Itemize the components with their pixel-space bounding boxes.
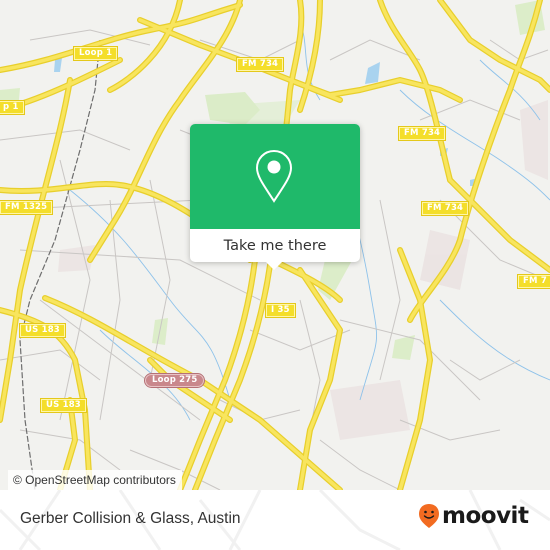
popup-pointer [265,261,283,270]
road-label-i-35: I 35 [265,303,296,318]
road-label-fm-734: FM 734 [235,57,285,72]
road-label-loop-1: Loop 1 [72,46,119,61]
road-label-fm-734: FM 7 [517,274,550,289]
place-title: Gerber Collision & Glass, Austin [20,510,241,527]
take-me-there-button[interactable]: Take me there [190,229,360,262]
road-label-fm-734: FM 734 [397,126,447,141]
map[interactable]: Loop 1 p 1 FM 734 FM 734 FM 734 FM 7 FM … [0,0,550,490]
road-label-loop-275: Loop 275 [143,373,206,388]
road-label-fm-1325: FM 1325 [0,200,54,215]
road-label-fm-734: FM 734 [420,201,470,216]
moovit-brand[interactable]: moovit [418,503,529,529]
location-pin-icon [255,149,293,203]
road-label-us-183: US 183 [19,323,66,338]
road-label-us-183: US 183 [40,398,87,413]
map-attribution[interactable]: © OpenStreetMap contributors [8,470,182,490]
moovit-wordmark: moovit [442,503,529,529]
road-label-loop-1-left: p 1 [0,100,25,115]
footer-bar: Gerber Collision & Glass, Austin moovit [0,490,550,550]
destination-popup: Take me there [190,124,360,270]
moovit-logo-icon [419,504,439,528]
popup-header [190,124,360,229]
